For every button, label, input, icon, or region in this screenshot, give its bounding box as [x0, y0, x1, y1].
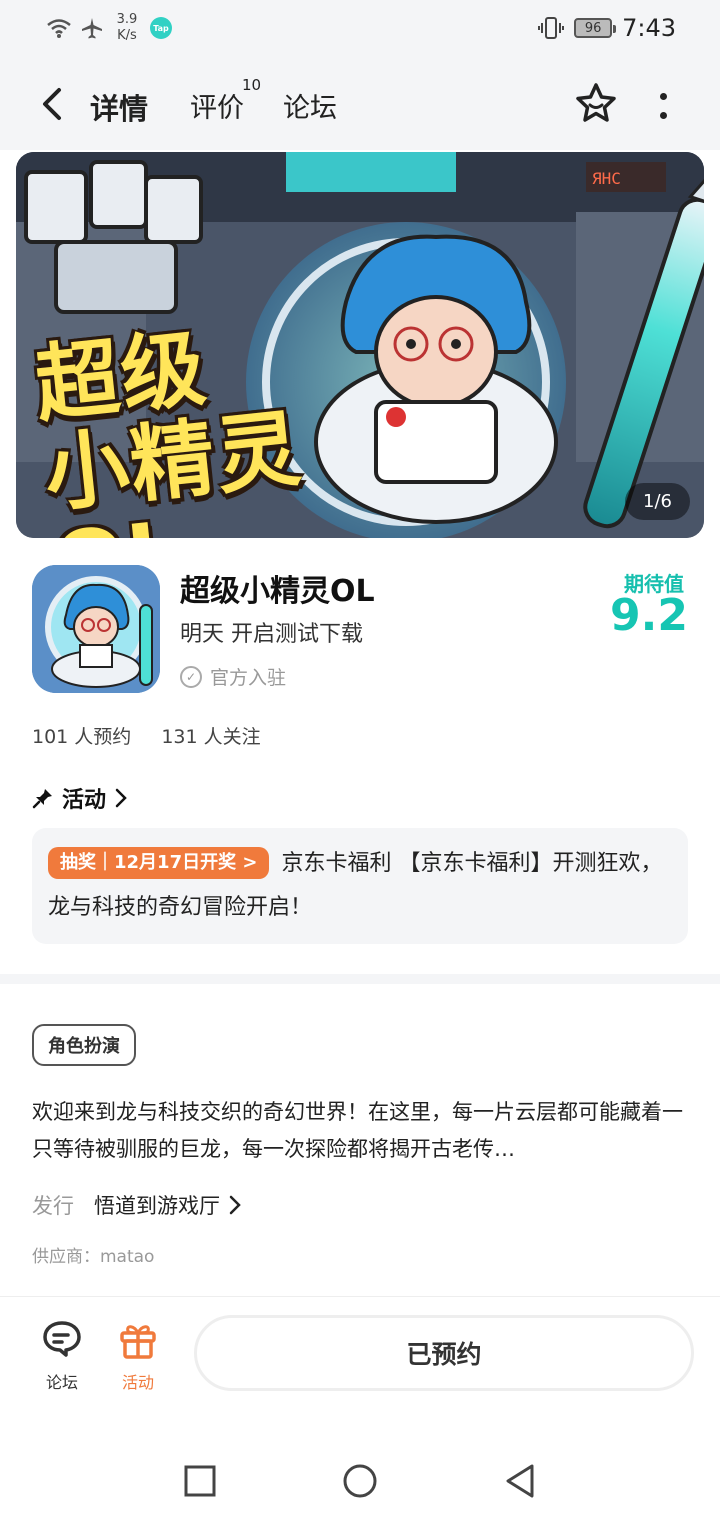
game-stats: 101 人预约 131 人关注 [32, 722, 261, 749]
game-title: 超级小精灵OL [180, 574, 375, 609]
genre-tag[interactable]: 角色扮演 [32, 1024, 136, 1066]
bottom-action-bar: 论坛 活动 已预约 [0, 1296, 720, 1406]
more-options-button[interactable] [648, 86, 678, 126]
airplane-icon [82, 18, 102, 39]
reserved-button[interactable]: 已预约 [194, 1315, 694, 1391]
chevron-right-icon [115, 788, 127, 808]
back-triangle-icon[interactable] [500, 1461, 540, 1501]
battery-indicator: 96 [574, 18, 617, 38]
tab-forum[interactable]: 论坛 [283, 86, 337, 125]
chevron-right-icon [229, 1195, 241, 1215]
chat-bubble-icon [43, 1321, 81, 1357]
publisher-row[interactable]: 发行 悟道到游戏厅 [32, 1190, 242, 1220]
network-speed: 3.9 K/s [116, 12, 138, 43]
game-test-schedule: 明天 开启测试下载 [180, 622, 363, 647]
pin-icon [32, 789, 52, 809]
back-button[interactable] [36, 86, 68, 122]
top-nav: 详情 评价 10 论坛 [0, 60, 720, 150]
taptap-notification-icon: Tap [150, 17, 172, 39]
tab-detail[interactable]: 详情 [88, 86, 151, 128]
vibrate-icon [538, 17, 565, 39]
section-divider [0, 974, 720, 984]
clock: 7:43 [622, 14, 676, 42]
banner-page-counter: 1/6 [625, 483, 690, 520]
more-dot [659, 93, 667, 100]
event-button[interactable]: 活动 [108, 1317, 168, 1393]
system-nav-bar [0, 1406, 720, 1520]
banner-logo-text: 超级 小精灵OL [30, 318, 307, 538]
publisher-label: 发行 [32, 1194, 74, 1218]
check-circle-icon: ✓ [180, 665, 202, 688]
forum-button[interactable]: 论坛 [32, 1317, 92, 1393]
back-arrow-icon [43, 88, 61, 120]
svg-text:ЯHC: ЯHC [592, 169, 621, 188]
activity-card[interactable]: 抽奖｜12月17日开奖 > 京东卡福利 【京东卡福利】开测狂欢，龙与科技的奇幻冒险… [32, 828, 688, 944]
activity-section-header[interactable]: 活动 [32, 782, 128, 814]
gift-icon [120, 1325, 156, 1359]
supplier-info: 供应商：matao [32, 1247, 155, 1267]
star-icon [576, 83, 616, 122]
expectation-score: 9.2 [610, 590, 688, 641]
home-icon[interactable] [340, 1461, 380, 1501]
reservation-count: 101 人预约 [32, 726, 132, 748]
banner-carousel[interactable]: ЯHC 超级 小精灵OL 1/6 [16, 152, 704, 538]
more-dot [659, 112, 667, 119]
tab-review[interactable]: 评价 [190, 86, 244, 125]
status-bar: 3.9 K/s Tap 96 7:43 [0, 0, 720, 60]
lottery-tag: 抽奖｜12月17日开奖 > [48, 847, 270, 879]
game-description[interactable]: 欢迎来到龙与科技交织的奇幻世界！在这里，每一片云层都可能藏着一只等待被驯服的巨龙… [32, 1094, 692, 1168]
recent-apps-icon[interactable] [180, 1461, 220, 1501]
publisher-name: 悟道到游戏厅 [94, 1194, 220, 1218]
wifi-icon [47, 19, 71, 38]
favorite-button[interactable] [572, 80, 620, 128]
game-icon [32, 565, 160, 693]
review-count-badge: 10 [242, 76, 262, 94]
official-verified: ✓ 官方入驻 [180, 663, 286, 690]
follower-count: 131 人关注 [161, 726, 261, 748]
